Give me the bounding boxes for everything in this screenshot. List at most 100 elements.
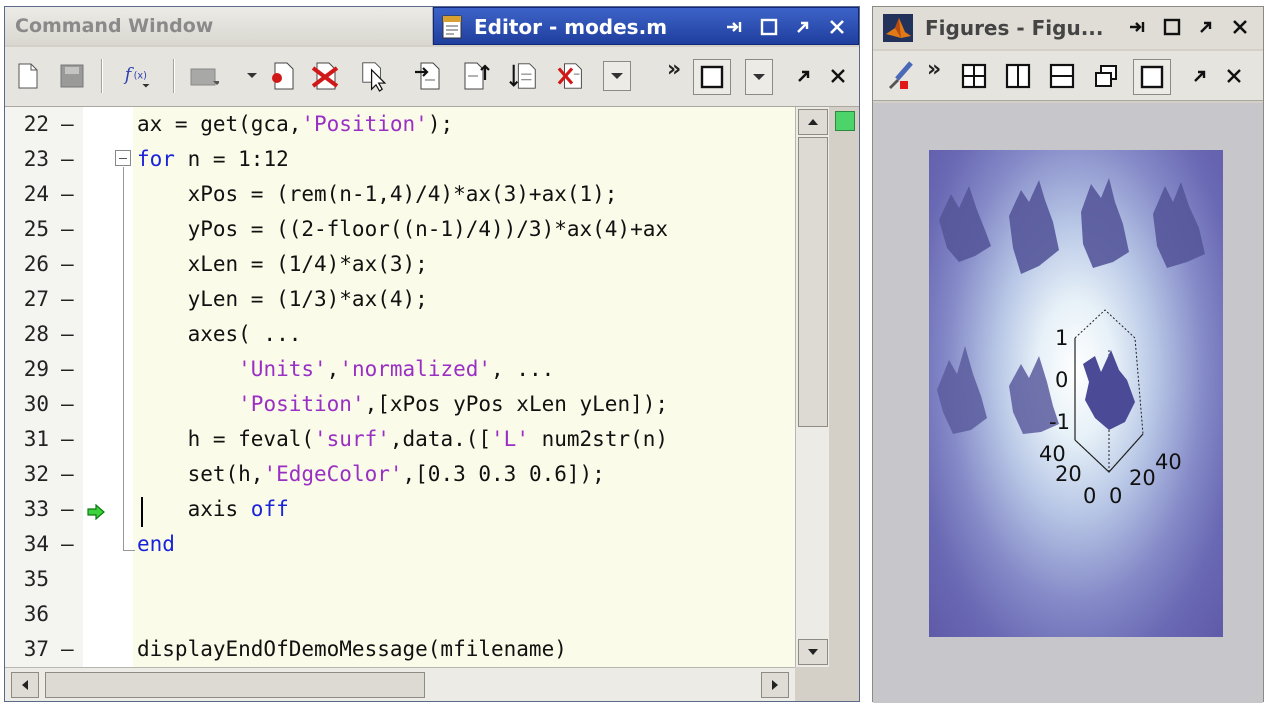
close-button[interactable]	[824, 14, 850, 40]
code-text: yPos = ((2-floor((n-1)/4))/3)*ax(4)+ax	[137, 217, 669, 241]
code-line[interactable]: 22– ax = get(gca,'Position');	[5, 107, 795, 142]
chevron-down-icon	[611, 73, 623, 79]
dock-button[interactable]	[722, 14, 748, 40]
continue-button[interactable]	[509, 61, 539, 91]
line-number: 30	[23, 392, 49, 416]
tab-strip: Command Window Editor - modes.m	[5, 7, 859, 45]
code-analyzer-status-indicator[interactable]	[835, 111, 855, 131]
vertical-scrollbar[interactable]	[795, 107, 829, 667]
maximize-button[interactable]	[1159, 14, 1185, 40]
figure-axes-area[interactable]: 1 0 -1 40 20 0 0 20 40	[929, 150, 1223, 637]
code-line[interactable]: 34– end	[5, 527, 795, 562]
new-file-button[interactable]	[13, 61, 43, 91]
breakpoint-slot[interactable]: –	[61, 107, 74, 142]
horizontal-scrollbar[interactable]	[5, 667, 795, 701]
line-number: 26	[23, 252, 49, 276]
tab-editor[interactable]: Editor - modes.m	[433, 7, 859, 45]
step-button[interactable]	[361, 61, 391, 92]
close-icon	[1227, 69, 1241, 83]
scroll-down-button[interactable]	[798, 639, 828, 665]
close-button[interactable]	[1227, 14, 1253, 40]
code-line[interactable]: 36	[5, 597, 795, 632]
save-button[interactable]	[57, 61, 87, 91]
matlab-logo-icon	[883, 14, 913, 42]
code-line[interactable]: 29– 'Units','normalized', ...	[5, 352, 795, 387]
code-editor[interactable]: 22– ax = get(gca,'Position'); 23– for n = 1…	[5, 107, 795, 667]
dock-button[interactable]	[1125, 14, 1151, 40]
undock-button[interactable]	[790, 14, 816, 40]
layout-dropdown[interactable]	[745, 59, 773, 95]
step-out-icon	[464, 62, 490, 90]
tab-command-window[interactable]: Command Window	[5, 7, 433, 45]
clear-breakpoints-button[interactable]	[311, 61, 341, 91]
undock-document-button[interactable]	[789, 61, 819, 91]
breakpoint-slot[interactable]: –	[61, 282, 74, 317]
toolbar-separator	[173, 59, 175, 93]
undock-button[interactable]	[1193, 14, 1219, 40]
brush-button[interactable]	[885, 61, 915, 91]
breakpoint-slot[interactable]: –	[61, 317, 74, 352]
close-figure-button[interactable]	[1219, 61, 1249, 91]
single-figure-button[interactable]	[1133, 59, 1171, 95]
code-line[interactable]: 24– xPos = (rem(n-1,4)/4)*ax(3)+ax(1);	[5, 177, 795, 212]
code-line[interactable]: 31– h = feval('surf',data.(['L' num2str(…	[5, 422, 795, 457]
chevron-right-icon	[772, 680, 778, 690]
line-number: 33	[23, 497, 49, 521]
z-tick-label: 0	[1055, 368, 1069, 392]
breakpoint-slot[interactable]: –	[61, 247, 74, 282]
code-line[interactable]: 27– yLen = (1/3)*ax(4);	[5, 282, 795, 317]
print-button[interactable]	[189, 61, 219, 91]
top-bottom-split-button[interactable]	[1047, 61, 1077, 91]
more-tools-chevron[interactable]: »	[927, 57, 941, 82]
more-tools-chevron[interactable]: »	[667, 57, 681, 82]
float-button[interactable]	[1091, 61, 1121, 91]
breakpoint-slot[interactable]: –	[61, 457, 74, 492]
code-line[interactable]: 35	[5, 562, 795, 597]
vertical-scroll-thumb[interactable]	[798, 137, 828, 427]
horizontal-scroll-thumb[interactable]	[45, 672, 425, 698]
line-number: 31	[23, 427, 49, 451]
line-number: 23	[23, 147, 49, 171]
print-dropdown[interactable]	[237, 61, 267, 91]
code-line[interactable]: 33– axis off	[5, 492, 795, 527]
close-icon	[1233, 20, 1247, 34]
scroll-right-button[interactable]	[761, 672, 789, 698]
code-line[interactable]: 25– yPos = ((2-floor((n-1)/4))/3)*ax(4)+…	[5, 212, 795, 247]
scroll-left-button[interactable]	[11, 672, 39, 698]
breakpoint-slot[interactable]: –	[61, 387, 74, 422]
breakpoint-slot[interactable]: –	[61, 422, 74, 457]
left-right-split-button[interactable]	[1003, 61, 1033, 91]
breakpoint-slot[interactable]: –	[61, 212, 74, 247]
undock-figure-button[interactable]	[1185, 61, 1215, 91]
exit-debug-icon	[557, 63, 582, 89]
breakpoint-slot[interactable]: –	[61, 632, 74, 667]
breakpoint-slot[interactable]: –	[61, 527, 74, 562]
code-line[interactable]: 26– xLen = (1/4)*ax(3);	[5, 247, 795, 282]
code-line[interactable]: 32– set(h,'EdgeColor',[0.3 0.3 0.6]);	[5, 457, 795, 492]
function-button[interactable]: f (x)	[123, 61, 153, 91]
close-document-button[interactable]	[823, 61, 853, 91]
exit-debug-button[interactable]	[557, 61, 587, 91]
maximize-button[interactable]	[756, 14, 782, 40]
code-text: displayEndOfDemoMessage(mfilename)	[137, 637, 567, 661]
editor-tab-label: Editor - modes.m	[474, 15, 668, 39]
step-out-button[interactable]	[461, 61, 491, 91]
breakpoint-slot[interactable]: –	[61, 142, 74, 177]
code-text: yLen = (1/3)*ax(4);	[137, 287, 428, 311]
tile-grid-button[interactable]	[959, 61, 989, 91]
code-line[interactable]: 28– axes( ...	[5, 317, 795, 352]
code-line[interactable]: 23– for n = 1:12	[5, 142, 795, 177]
code-line[interactable]: 37– displayEndOfDemoMessage(mfilename)	[5, 632, 795, 667]
scroll-up-button[interactable]	[798, 109, 828, 135]
breakpoint-slot[interactable]: –	[61, 177, 74, 212]
undock-icon	[797, 21, 809, 33]
stack-dropdown[interactable]	[603, 61, 631, 91]
breakpoint-icon	[272, 62, 294, 90]
step-in-button[interactable]	[413, 61, 443, 91]
grid-layout-icon	[961, 63, 987, 89]
layout-button[interactable]	[693, 59, 731, 95]
code-line[interactable]: 30– 'Position',[xPos yPos xLen yLen]);	[5, 387, 795, 422]
breakpoint-slot[interactable]: –	[61, 352, 74, 387]
set-breakpoint-button[interactable]	[267, 61, 297, 91]
breakpoint-slot[interactable]: –	[61, 492, 74, 527]
